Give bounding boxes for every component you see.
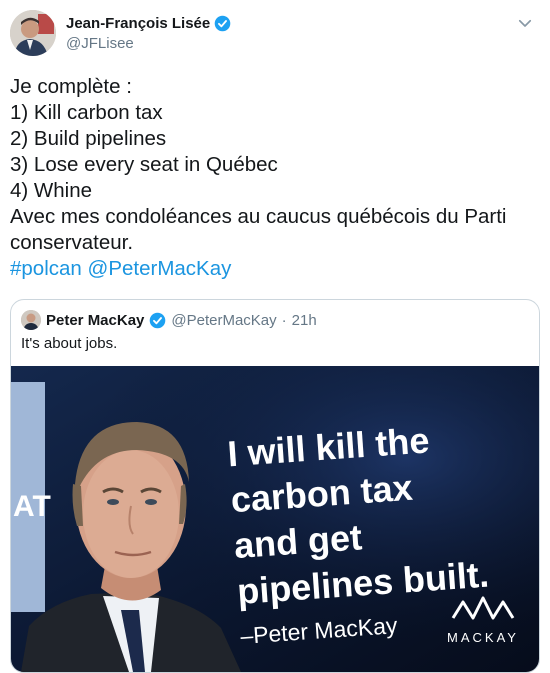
hashtag-link[interactable]: #polcan [10,257,82,280]
quoted-image[interactable]: AT I will kill the carbon tax and get pi… [11,366,539,672]
verified-badge-icon [214,15,231,32]
chevron-down-icon[interactable] [516,14,534,32]
verified-badge-icon [149,312,166,329]
mention-link[interactable]: @PeterMacKay [88,257,232,280]
tweet-line: 3) Lose every seat in Québec [10,153,278,176]
quoted-separator: · [281,311,287,329]
tweet: Jean-François Lisée @JFLisee Je complète… [0,0,550,673]
quoted-time[interactable]: 21h [292,312,317,329]
image-brand: MACKAY [447,630,519,645]
author-handle[interactable]: @JFLisee [66,35,134,52]
author-avatar[interactable] [10,10,56,56]
quoted-text: It's about jobs. [21,335,118,352]
quoted-tweet[interactable]: Peter MacKay @PeterMacKay · 21h It's abo… [10,299,540,673]
tweet-line: Avec mes condoléances au caucus québécoi… [10,205,507,228]
author-name[interactable]: Jean-François Lisée [66,15,210,32]
tweet-line: Je complète : [10,75,132,98]
quoted-header: Peter MacKay @PeterMacKay · 21h [21,310,317,330]
tweet-line: 1) Kill carbon tax [10,101,163,124]
tweet-line: 4) Whine [10,179,93,202]
svg-text:AT: AT [13,490,51,523]
author-name-row: Jean-François Lisée [66,15,231,32]
tweet-text: Je complète : 1) Kill carbon tax 2) Buil… [10,74,540,282]
quoted-avatar[interactable] [21,310,41,330]
tweet-line: conservateur. [10,231,134,254]
tweet-line: 2) Build pipelines [10,127,167,150]
tweet-tags-line: #polcan @PeterMacKay [10,256,540,282]
quoted-handle[interactable]: @PeterMacKay [171,312,276,329]
quoted-name[interactable]: Peter MacKay [46,312,144,329]
